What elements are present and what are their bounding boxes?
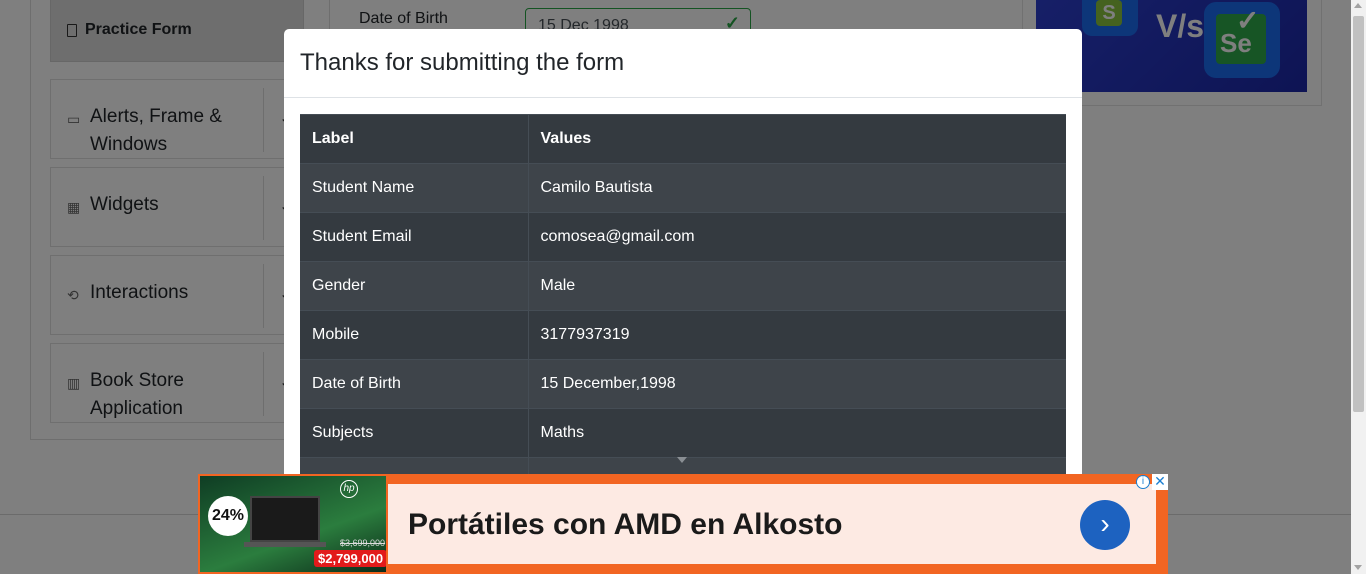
discount-badge: 24% bbox=[208, 496, 248, 536]
chevron-down-icon bbox=[677, 457, 687, 463]
table-row: Subjects Maths bbox=[300, 408, 1066, 458]
table-row: Date of Birth 15 December,1998 bbox=[300, 359, 1066, 409]
modal-title: Thanks for submitting the form bbox=[300, 49, 625, 76]
row-label: Student Email bbox=[300, 212, 529, 262]
modal-body: Label Values Student Name Camilo Bautist… bbox=[284, 98, 1082, 489]
row-value: Camilo Bautista bbox=[528, 163, 1066, 213]
column-header-values: Values bbox=[528, 114, 1066, 164]
column-header-label: Label bbox=[300, 114, 529, 164]
row-value: Male bbox=[528, 261, 1066, 311]
close-icon[interactable]: ✕ bbox=[1152, 474, 1168, 490]
table-row: Student Name Camilo Bautista bbox=[300, 163, 1066, 213]
bottom-ad-banner[interactable]: 24% hp $3,699,000 $2,799,000 Portátiles … bbox=[198, 474, 1168, 574]
row-label: Subjects bbox=[300, 408, 529, 458]
chevron-right-icon[interactable]: › bbox=[1080, 500, 1130, 550]
page-scrollbar[interactable] bbox=[1351, 0, 1366, 574]
old-price: $3,699,000 bbox=[340, 538, 386, 548]
row-label: Mobile bbox=[300, 310, 529, 360]
sale-price: $2,799,000 bbox=[314, 550, 386, 567]
ad-info-icon[interactable]: i bbox=[1136, 475, 1150, 489]
table-header-row: Label Values bbox=[300, 114, 1066, 164]
ad-product-image[interactable]: 24% hp $3,699,000 $2,799,000 bbox=[200, 476, 386, 572]
laptop-icon bbox=[244, 496, 326, 547]
row-value: Maths bbox=[528, 408, 1066, 458]
submission-modal: Thanks for submitting the form Label Val… bbox=[284, 29, 1082, 489]
modal-header: Thanks for submitting the form bbox=[284, 29, 1082, 98]
table-row: Student Email comosea@gmail.com bbox=[300, 212, 1066, 262]
hp-logo-icon: hp bbox=[340, 480, 358, 498]
row-label: Gender bbox=[300, 261, 529, 311]
results-table: Label Values Student Name Camilo Bautist… bbox=[300, 114, 1066, 489]
table-row: Mobile 3177937319 bbox=[300, 310, 1066, 360]
row-value: 15 December,1998 bbox=[528, 359, 1066, 409]
scroll-down-arrow-icon[interactable] bbox=[1354, 565, 1362, 570]
row-label: Date of Birth bbox=[300, 359, 529, 409]
row-value: 3177937319 bbox=[528, 310, 1066, 360]
table-row: Gender Male bbox=[300, 261, 1066, 311]
scrollbar-thumb[interactable] bbox=[1353, 16, 1364, 412]
scroll-up-arrow-icon[interactable] bbox=[1354, 3, 1362, 8]
ad-headline[interactable]: Portátiles con AMD en Alkosto bbox=[408, 508, 843, 542]
row-value: comosea@gmail.com bbox=[528, 212, 1066, 262]
row-label: Student Name bbox=[300, 163, 529, 213]
